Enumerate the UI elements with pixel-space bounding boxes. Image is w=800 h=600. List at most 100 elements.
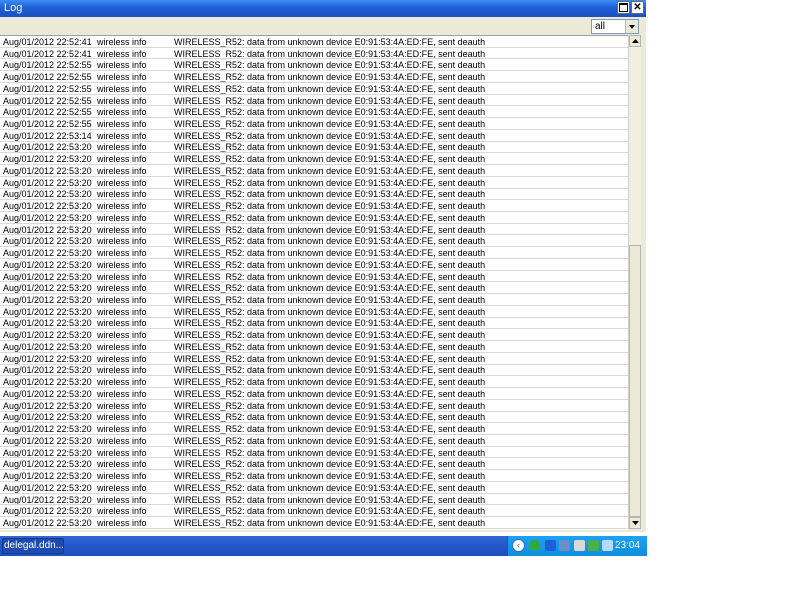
log-row[interactable]: Aug/01/2012 22:52:55 wireless info WIRELES… bbox=[0, 71, 628, 83]
log-row[interactable]: Aug/01/2012 22:53:20 wireless info WIRELES… bbox=[0, 400, 628, 412]
close-icon[interactable]: ✕ bbox=[631, 1, 644, 14]
log-time: Aug/01/2012 22:53:20 bbox=[3, 517, 92, 528]
log-message: WIRELESS_R52: data from unknown device E… bbox=[174, 60, 486, 71]
log-row[interactable]: Aug/01/2012 22:52:41 wireless info WIRELES… bbox=[0, 36, 628, 48]
log-row[interactable]: Aug/01/2012 22:53:20 wireless info WIRELES… bbox=[0, 271, 628, 283]
log-row[interactable]: Aug/01/2012 22:53:20 wireless info WIRELES… bbox=[0, 294, 628, 306]
log-topic: wireless info bbox=[97, 60, 147, 71]
log-row[interactable]: Aug/01/2012 22:53:20 wireless info WIRELES… bbox=[0, 376, 628, 388]
log-topic: wireless info bbox=[97, 471, 147, 482]
log-row[interactable]: Aug/01/2012 22:53:20 wireless info WIRELES… bbox=[0, 329, 628, 341]
log-row[interactable]: Aug/01/2012 22:53:20 wireless info WIRELES… bbox=[0, 353, 628, 365]
log-row[interactable]: Aug/01/2012 22:52:55 wireless info WIRELES… bbox=[0, 106, 628, 118]
log-row[interactable]: Aug/01/2012 22:53:20 wireless info WIRELES… bbox=[0, 200, 628, 212]
log-row[interactable]: Aug/01/2012 22:53:20 wireless info WIRELES… bbox=[0, 447, 628, 459]
maximize-glyph bbox=[619, 3, 628, 12]
log-message: WIRELESS_R52: data from unknown device E… bbox=[174, 224, 486, 235]
log-time: Aug/01/2012 22:53:20 bbox=[3, 224, 92, 235]
log-row[interactable]: Aug/01/2012 22:53:20 wireless info WIRELES… bbox=[0, 259, 628, 271]
dropdown-arrow-icon[interactable] bbox=[625, 20, 638, 33]
log-message: WIRELESS_R52: data from unknown device E… bbox=[174, 306, 486, 317]
log-row[interactable]: Aug/01/2012 22:53:20 wireless info WIRELES… bbox=[0, 247, 628, 259]
log-scrollbar[interactable] bbox=[628, 35, 641, 529]
log-topic: wireless info bbox=[97, 330, 147, 341]
log-time: Aug/01/2012 22:53:20 bbox=[3, 154, 92, 165]
log-row[interactable]: Aug/01/2012 22:52:55 wireless info WIRELES… bbox=[0, 118, 628, 130]
log-row[interactable]: Aug/01/2012 22:53:20 wireless info WIRELES… bbox=[0, 341, 628, 353]
log-row[interactable]: Aug/01/2012 22:53:20 wireless info WIRELES… bbox=[0, 142, 628, 154]
log-time: Aug/01/2012 22:53:20 bbox=[3, 236, 92, 247]
log-topic: wireless info bbox=[97, 201, 147, 212]
log-time: Aug/01/2012 22:53:20 bbox=[3, 388, 92, 399]
tray-green-circle-icon[interactable] bbox=[529, 540, 540, 551]
log-topic: wireless info bbox=[97, 388, 147, 399]
log-row[interactable]: Aug/01/2012 22:53:20 wireless info WIRELES… bbox=[0, 517, 628, 529]
log-row[interactable]: Aug/01/2012 22:52:41 wireless info WIRELES… bbox=[0, 48, 628, 60]
log-time: Aug/01/2012 22:53:20 bbox=[3, 341, 92, 352]
log-topic: wireless info bbox=[97, 259, 147, 270]
log-row[interactable]: Aug/01/2012 22:52:55 wireless info WIRELES… bbox=[0, 59, 628, 71]
log-message: WIRELESS_R52: data from unknown device E… bbox=[174, 36, 486, 47]
log-time: Aug/01/2012 22:53:20 bbox=[3, 447, 92, 458]
printer-icon[interactable] bbox=[574, 540, 585, 551]
log-topic: wireless info bbox=[97, 447, 147, 458]
log-message: WIRELESS_R52: data from unknown device E… bbox=[174, 365, 486, 376]
log-row[interactable]: Aug/01/2012 22:53:20 wireless info WIRELES… bbox=[0, 177, 628, 189]
log-row[interactable]: Aug/01/2012 22:53:20 wireless info WIRELES… bbox=[0, 235, 628, 247]
log-row[interactable]: Aug/01/2012 22:53:20 wireless info WIRELES… bbox=[0, 423, 628, 435]
scroll-up-arrow-icon[interactable] bbox=[629, 35, 641, 47]
show-hidden-icons-chevron-icon[interactable]: ‹ bbox=[512, 539, 525, 552]
taskbar-window-button[interactable]: delegal.ddn... bbox=[2, 538, 64, 554]
log-message: WIRELESS_R52: data from unknown device E… bbox=[174, 517, 486, 528]
log-row[interactable]: Aug/01/2012 22:53:20 wireless info WIRELES… bbox=[0, 435, 628, 447]
window-titlebar[interactable]: Log ✕ bbox=[0, 0, 646, 17]
log-message: WIRELESS_R52: data from unknown device E… bbox=[174, 482, 486, 493]
log-row[interactable]: Aug/01/2012 22:53:14 wireless info WIRELES… bbox=[0, 130, 628, 142]
log-topic: wireless info bbox=[97, 424, 147, 435]
topic-filter-dropdown[interactable]: all bbox=[591, 19, 639, 34]
log-time: Aug/01/2012 22:52:41 bbox=[3, 36, 92, 47]
log-row[interactable]: Aug/01/2012 22:53:20 wireless info WIRELES… bbox=[0, 482, 628, 494]
scroll-down-arrow-icon[interactable] bbox=[629, 517, 641, 529]
tray-clock[interactable]: 23:04 bbox=[615, 540, 640, 551]
log-time: Aug/01/2012 22:53:20 bbox=[3, 412, 92, 423]
log-time: Aug/01/2012 22:53:20 bbox=[3, 306, 92, 317]
safely-remove-hardware-icon[interactable] bbox=[588, 540, 599, 551]
log-row[interactable]: Aug/01/2012 22:53:20 wireless info WIRELES… bbox=[0, 212, 628, 224]
log-topic: wireless info bbox=[97, 365, 147, 376]
log-time: Aug/01/2012 22:53:20 bbox=[3, 365, 92, 376]
log-time: Aug/01/2012 22:53:20 bbox=[3, 283, 92, 294]
log-row[interactable]: Aug/01/2012 22:53:20 wireless info WIRELES… bbox=[0, 458, 628, 470]
log-row[interactable]: Aug/01/2012 22:53:20 wireless info WIRELES… bbox=[0, 318, 628, 330]
log-row[interactable]: Aug/01/2012 22:53:20 wireless info WIRELES… bbox=[0, 189, 628, 201]
log-row[interactable]: Aug/01/2012 22:53:20 wireless info WIRELES… bbox=[0, 306, 628, 318]
bluetooth-icon[interactable] bbox=[545, 540, 556, 551]
log-topic: wireless info bbox=[97, 400, 147, 411]
log-row[interactable]: Aug/01/2012 22:53:20 wireless info WIRELES… bbox=[0, 388, 628, 400]
maximize-icon[interactable] bbox=[617, 1, 630, 14]
log-topic: wireless info bbox=[97, 295, 147, 306]
log-row[interactable]: Aug/01/2012 22:53:20 wireless info WIRELES… bbox=[0, 505, 628, 517]
log-row[interactable]: Aug/01/2012 22:53:20 wireless info WIRELES… bbox=[0, 365, 628, 377]
log-row[interactable]: Aug/01/2012 22:53:20 wireless info WIRELES… bbox=[0, 153, 628, 165]
log-topic: wireless info bbox=[97, 353, 147, 364]
log-row[interactable]: Aug/01/2012 22:52:55 wireless info WIRELES… bbox=[0, 83, 628, 95]
log-time: Aug/01/2012 22:53:20 bbox=[3, 459, 92, 470]
log-topic: wireless info bbox=[97, 506, 147, 517]
log-row[interactable]: Aug/01/2012 22:53:20 wireless info WIRELES… bbox=[0, 412, 628, 424]
network-connections-icon[interactable] bbox=[559, 540, 570, 551]
log-row[interactable]: Aug/01/2012 22:52:55 wireless info WIRELES… bbox=[0, 95, 628, 107]
log-list[interactable]: Aug/01/2012 22:52:41 wireless info WIRELES… bbox=[0, 35, 628, 530]
log-row[interactable]: Aug/01/2012 22:53:20 wireless info WIRELES… bbox=[0, 470, 628, 482]
log-row[interactable]: Aug/01/2012 22:53:20 wireless info WIRELES… bbox=[0, 165, 628, 177]
scrollbar-thumb[interactable] bbox=[629, 245, 641, 517]
tray-blue-app-icon[interactable] bbox=[602, 540, 613, 551]
log-row[interactable]: Aug/01/2012 22:53:20 wireless info WIRELES… bbox=[0, 282, 628, 294]
log-time: Aug/01/2012 22:53:20 bbox=[3, 189, 92, 200]
log-message: WIRELESS_R52: data from unknown device E… bbox=[174, 142, 486, 153]
log-row[interactable]: Aug/01/2012 22:53:20 wireless info WIRELES… bbox=[0, 494, 628, 506]
log-message: WIRELESS_R52: data from unknown device E… bbox=[174, 248, 486, 259]
log-time: Aug/01/2012 22:53:20 bbox=[3, 259, 92, 270]
log-row[interactable]: Aug/01/2012 22:53:20 wireless info WIRELES… bbox=[0, 224, 628, 236]
log-topic: wireless info bbox=[97, 119, 147, 129]
